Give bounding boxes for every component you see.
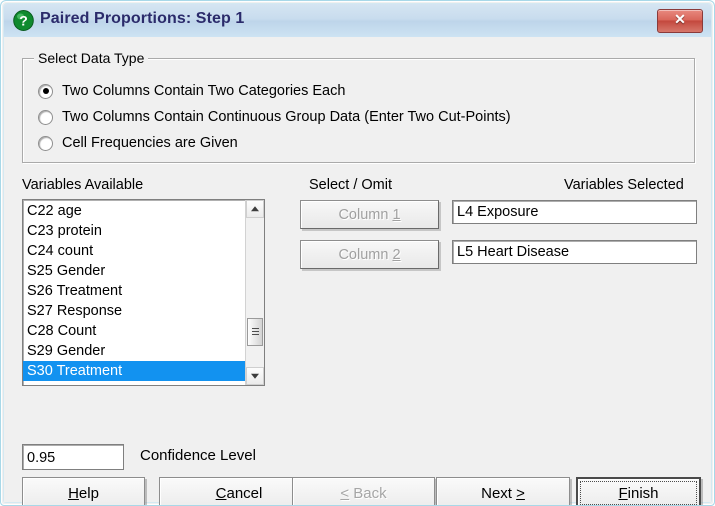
variables-available-listbox[interactable]: C22 age C23 protein C24 count S25 Gender… [22, 199, 265, 386]
back-button[interactable]: < Back [292, 477, 435, 505]
radio-cell-frequencies[interactable]: Cell Frequencies are Given [38, 132, 238, 154]
svg-text:?: ? [19, 13, 28, 29]
window-title: Paired Proportions: Step 1 [40, 10, 245, 27]
list-item-selected[interactable]: S30 Treatment [23, 361, 246, 381]
radio-two-columns-two-categories[interactable]: Two Columns Contain Two Categories Each [38, 80, 345, 102]
select-omit-header: Select / Omit [309, 177, 392, 193]
confidence-level-label: Confidence Level [140, 447, 256, 464]
finish-button-label: Finish [618, 484, 659, 502]
column-1-label: Column 1 [338, 206, 401, 223]
title-bar[interactable]: ? Paired Proportions: Step 1 ✕ [4, 4, 711, 38]
cancel-button-label: Cancel [215, 484, 263, 502]
list-item[interactable]: C24 count [23, 241, 246, 261]
list-item[interactable]: S29 Gender [23, 341, 246, 361]
close-icon: ✕ [674, 11, 686, 27]
column-2-button[interactable]: Column 2 [300, 240, 439, 269]
radio-label: Two Columns Contain Two Categories Each [62, 83, 346, 99]
focus-ring: Finish [580, 481, 697, 505]
chevron-down-icon [251, 373, 259, 379]
listbox-scrollbar[interactable] [245, 200, 264, 385]
scrollbar-thumb[interactable] [247, 318, 263, 346]
select-data-type-legend: Select Data Type [34, 50, 149, 66]
list-item[interactable]: C23 protein [23, 221, 246, 241]
next-button[interactable]: Next > [436, 477, 570, 505]
list-item[interactable]: S25 Gender [23, 261, 246, 281]
scroll-up-button[interactable] [246, 200, 264, 218]
variables-selected-header: Variables Selected [564, 177, 684, 193]
dialog-window: ? Paired Proportions: Step 1 ✕ Select Da… [0, 0, 715, 506]
question-mark-icon: ? [13, 10, 34, 31]
list-item[interactable]: C22 age [23, 201, 246, 221]
list-item[interactable]: S27 Response [23, 301, 246, 321]
radio-label: Cell Frequencies are Given [62, 135, 238, 151]
radio-label: Two Columns Contain Continuous Group Dat… [62, 109, 511, 125]
radio-icon[interactable] [38, 135, 53, 151]
confidence-level-input[interactable]: 0.95 [22, 444, 124, 470]
column-1-button[interactable]: Column 1 [300, 200, 439, 229]
help-button[interactable]: Help [22, 477, 145, 505]
dialog-window-inner: ? Paired Proportions: Step 1 ✕ Select Da… [3, 3, 712, 505]
list-item[interactable]: C28 Count [23, 321, 246, 341]
dialog-body: Select Data Type Two Columns Contain Two… [4, 37, 711, 505]
grip-icon [252, 328, 259, 337]
list-item[interactable]: S26 Treatment [23, 281, 246, 301]
scroll-down-button[interactable] [246, 367, 264, 385]
radio-two-columns-continuous[interactable]: Two Columns Contain Continuous Group Dat… [38, 106, 511, 128]
help-button-label: Help [68, 484, 99, 502]
variables-available-header: Variables Available [22, 177, 144, 193]
next-button-label: Next > [481, 484, 525, 502]
radio-icon-selected[interactable] [38, 83, 53, 99]
chevron-up-icon [251, 206, 259, 212]
variables-available-list: C22 age C23 protein C24 count S25 Gender… [23, 200, 246, 381]
close-button[interactable]: ✕ [657, 9, 703, 33]
variable-selected-field-1[interactable]: L4 Exposure [452, 200, 697, 224]
variable-selected-field-2[interactable]: L5 Heart Disease [452, 240, 697, 264]
back-button-label: < Back [340, 484, 387, 502]
radio-icon[interactable] [38, 109, 53, 125]
column-2-label: Column 2 [338, 246, 401, 263]
finish-button[interactable]: Finish [576, 477, 701, 505]
